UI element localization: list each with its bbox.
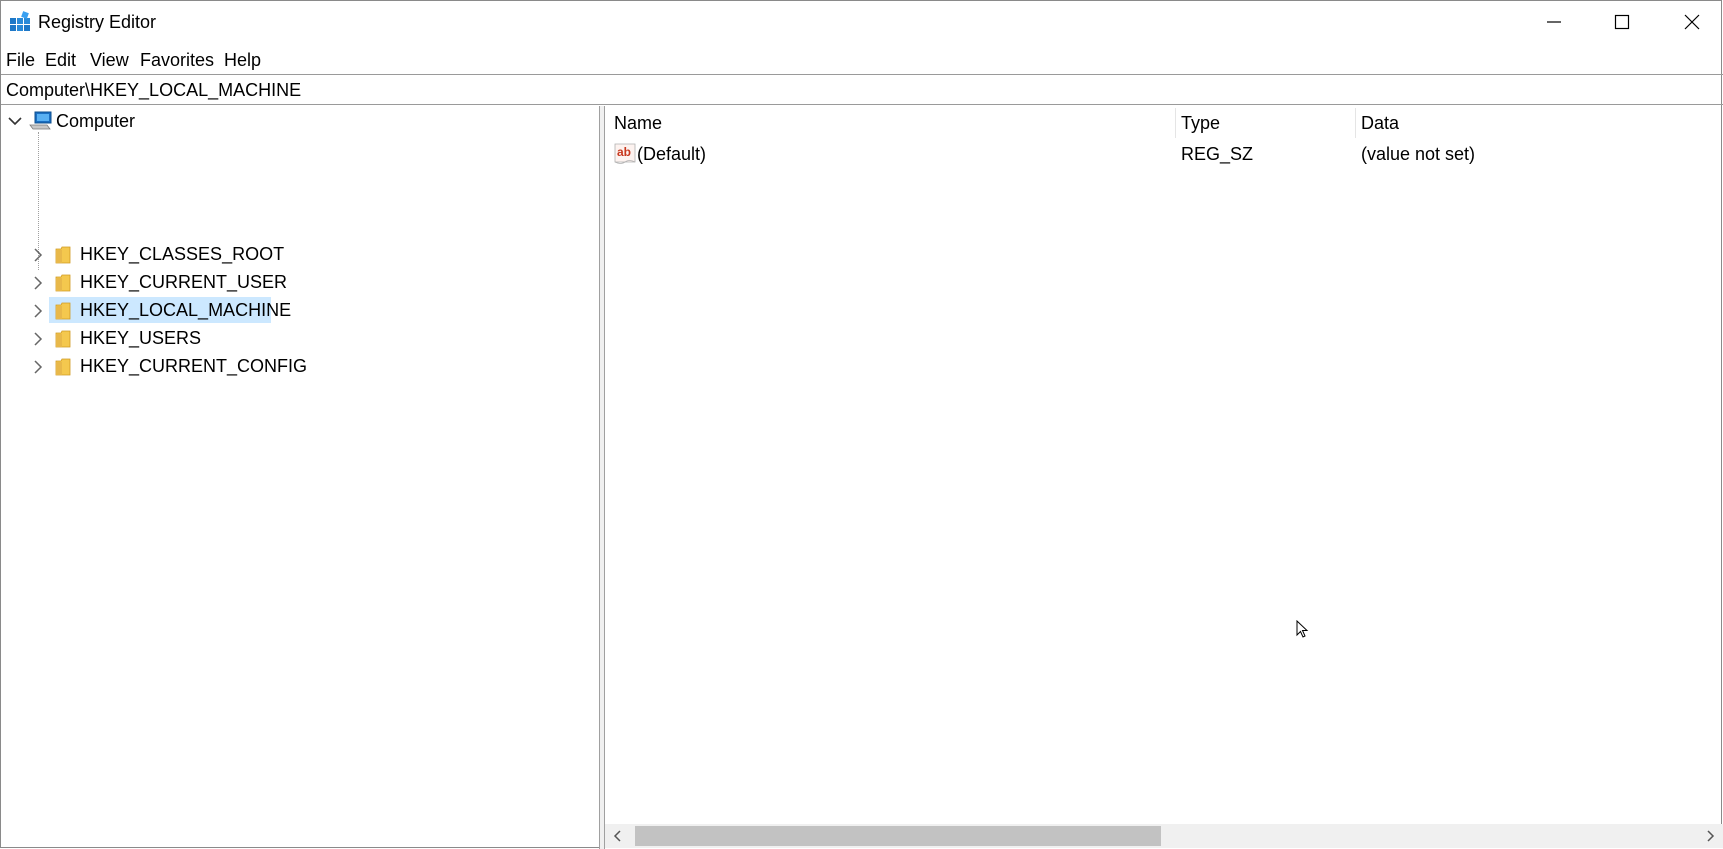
minimize-button[interactable]	[1518, 1, 1590, 43]
tree-item-label: HKEY_LOCAL_MACHINE	[80, 300, 292, 320]
folder-icon	[55, 330, 71, 348]
string-value-icon: ab	[614, 143, 636, 164]
menu-view[interactable]: View	[90, 49, 129, 71]
tree-item-hkey-current-user[interactable]: HKEY_CURRENT_USER	[1, 269, 301, 295]
svg-text:ab: ab	[617, 145, 631, 159]
tree-item-hkey-local-machine[interactable]: HKEY_LOCAL_MACHINE	[1, 297, 301, 323]
menu-favorites[interactable]: Favorites	[140, 49, 214, 71]
tree-item-label: HKEY_CLASSES_ROOT	[80, 244, 285, 264]
value-type: REG_SZ	[1181, 144, 1254, 164]
close-icon	[1684, 14, 1700, 30]
chevron-right-icon[interactable]	[33, 276, 43, 290]
minimize-icon	[1547, 21, 1561, 23]
folder-icon	[55, 246, 71, 264]
menu-file[interactable]: File	[6, 49, 35, 71]
registry-editor-icon	[10, 11, 30, 31]
value-name: (Default)	[637, 144, 707, 164]
key-tree-pane[interactable]: Computer HKEY_CLASSES_ROOT HKEY_CURRENT_…	[1, 106, 599, 849]
registry-editor-window: Registry Editor File Edit View Favorites…	[0, 0, 1723, 849]
horizontal-scrollbar[interactable]	[605, 824, 1723, 848]
chevron-right-icon	[1707, 830, 1715, 842]
chevron-right-icon[interactable]	[33, 304, 43, 318]
menu-bar: File Edit View Favorites Help	[1, 45, 1721, 73]
column-header-data[interactable]: Data	[1361, 112, 1399, 134]
tree-item-hkey-users[interactable]: HKEY_USERS	[1, 325, 301, 351]
value-row[interactable]: ab (Default) REG_SZ (value not set)	[605, 141, 1723, 167]
mouse-cursor-icon	[1296, 620, 1309, 638]
tree-item-computer[interactable]: Computer	[1, 108, 301, 134]
folder-icon	[55, 358, 71, 376]
computer-icon	[29, 111, 52, 130]
tree-item-label: HKEY_CURRENT_CONFIG	[80, 356, 308, 376]
column-header-name[interactable]: Name	[614, 112, 662, 134]
address-bar[interactable]: Computer\HKEY_LOCAL_MACHINE	[1, 74, 1723, 105]
folder-icon	[55, 302, 71, 320]
value-data: (value not set)	[1361, 144, 1476, 164]
tree-item-label: Computer	[56, 111, 136, 131]
scroll-right-button[interactable]	[1699, 824, 1723, 848]
chevron-right-icon[interactable]	[33, 248, 43, 262]
tree-item-label: HKEY_CURRENT_USER	[80, 272, 288, 292]
scroll-left-button[interactable]	[605, 824, 629, 848]
chevron-right-icon[interactable]	[33, 360, 43, 374]
folder-icon	[55, 274, 71, 292]
chevron-down-icon[interactable]	[8, 115, 22, 127]
maximize-button[interactable]	[1586, 1, 1658, 43]
menu-edit[interactable]: Edit	[45, 49, 76, 71]
column-separator[interactable]	[1175, 108, 1176, 138]
address-path[interactable]: Computer\HKEY_LOCAL_MACHINE	[6, 79, 301, 101]
chevron-left-icon	[613, 830, 621, 842]
chevron-right-icon[interactable]	[33, 332, 43, 346]
menu-help[interactable]: Help	[224, 49, 261, 71]
window-title: Registry Editor	[38, 12, 157, 32]
tree-item-hkey-classes-root[interactable]: HKEY_CLASSES_ROOT	[1, 241, 301, 267]
values-list-pane[interactable]: Name Type Data ab (Default) REG_SZ (valu…	[605, 106, 1723, 849]
maximize-icon	[1614, 14, 1630, 30]
scrollbar-thumb[interactable]	[635, 826, 1161, 846]
title-bar[interactable]: Registry Editor	[1, 1, 1723, 43]
close-button[interactable]	[1656, 1, 1723, 43]
tree-item-label: HKEY_USERS	[80, 328, 202, 348]
tree-item-hkey-current-config[interactable]: HKEY_CURRENT_CONFIG	[1, 353, 307, 379]
column-header-type[interactable]: Type	[1181, 112, 1220, 134]
column-separator[interactable]	[1355, 108, 1356, 138]
